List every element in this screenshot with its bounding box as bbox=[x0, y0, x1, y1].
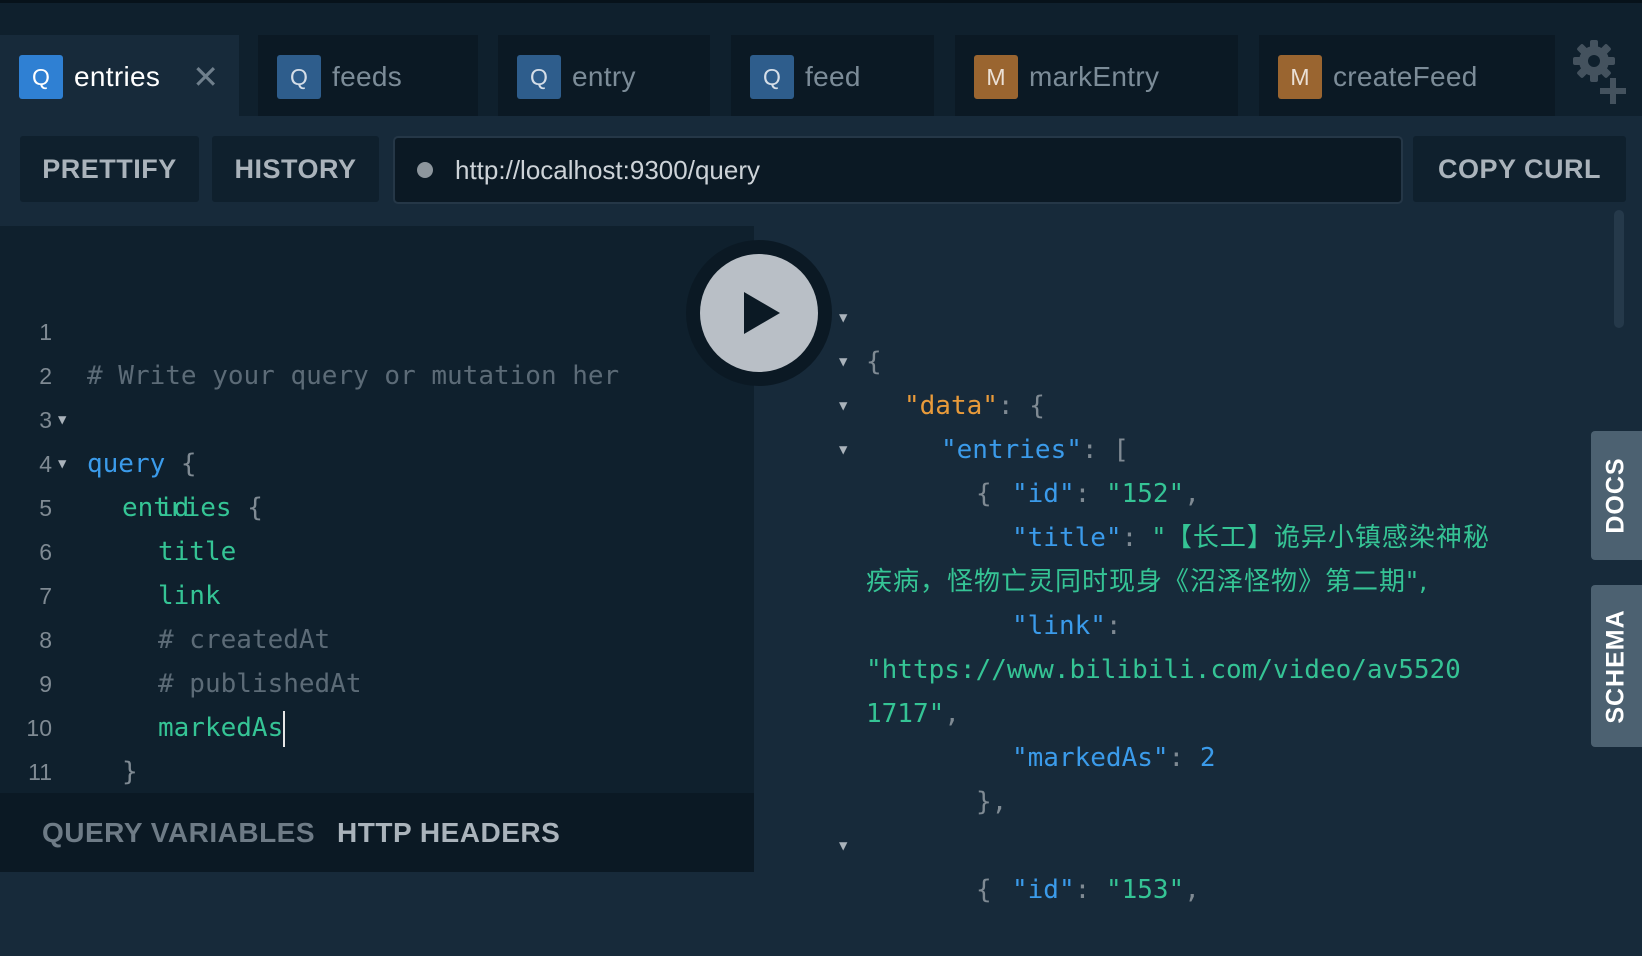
json-key: "id" bbox=[1012, 875, 1075, 905]
endpoint-url-text: http://localhost:9300/query bbox=[455, 154, 760, 185]
editor-line: 1 # Write your query or mutation her bbox=[0, 266, 754, 391]
json-punc: , bbox=[944, 699, 960, 729]
json-punc: : { bbox=[997, 391, 1045, 421]
json-punc: : bbox=[1168, 743, 1200, 773]
result-line: "id": "152", bbox=[754, 428, 1200, 509]
code-brace: } bbox=[122, 757, 138, 787]
fold-arrow-icon[interactable]: ▼ bbox=[839, 384, 847, 428]
json-string: "153" bbox=[1105, 875, 1185, 905]
http-headers-tab[interactable]: HTTP HEADERS bbox=[337, 817, 560, 849]
editor-line: 6 link bbox=[0, 486, 754, 611]
result-scrollbar[interactable] bbox=[1614, 210, 1624, 328]
prettify-button[interactable]: PRETTIFY bbox=[20, 136, 199, 202]
mutation-badge: M bbox=[1278, 55, 1322, 99]
json-brace: { bbox=[866, 347, 882, 377]
json-string: "152" bbox=[1105, 479, 1185, 509]
settings-button[interactable] bbox=[1558, 35, 1642, 119]
json-punc: : bbox=[1074, 479, 1106, 509]
tab-label: entries bbox=[74, 61, 161, 92]
result-line: "id": "153", bbox=[754, 824, 1200, 905]
json-key: "entries" bbox=[941, 435, 1082, 465]
tab-feeds[interactable]: Q feeds bbox=[258, 35, 478, 119]
docs-tab-label: DOCS bbox=[1602, 457, 1631, 534]
result-line: ▼ { bbox=[754, 780, 992, 905]
query-editor[interactable]: 1 # Write your query or mutation her 2 ▼… bbox=[0, 226, 754, 831]
json-string: 1717" bbox=[866, 699, 945, 729]
editor-line: 8 # publishedAt bbox=[0, 574, 754, 699]
result-viewer[interactable]: ▼ { ▼ "data": { ▼ "entries": [ ▼ { "id":… bbox=[754, 226, 1609, 905]
json-brace: { bbox=[976, 479, 992, 509]
fold-arrow-icon[interactable]: ▼ bbox=[839, 296, 847, 340]
json-string: "https://www.bilibili.com/video/av5520 bbox=[866, 655, 1461, 685]
json-key: "markedAs" bbox=[1012, 743, 1169, 773]
json-punc: , bbox=[1184, 479, 1200, 509]
query-variables-tab[interactable]: QUERY VARIABLES bbox=[42, 817, 315, 849]
json-punc: , bbox=[1184, 875, 1200, 905]
execute-button[interactable] bbox=[700, 254, 818, 372]
status-dot bbox=[417, 162, 433, 178]
tab-createfeed[interactable]: M createFeed bbox=[1259, 35, 1555, 119]
json-punc: : bbox=[1121, 523, 1153, 553]
result-line: "markedAs": 2 bbox=[754, 692, 1216, 773]
result-line: 1717", bbox=[754, 648, 960, 729]
editor-line: 4 id bbox=[0, 398, 754, 523]
editor-line: 10 } bbox=[0, 662, 754, 787]
json-key: "data" bbox=[904, 391, 998, 421]
variables-panel-header: QUERY VARIABLES HTTP HEADERS bbox=[0, 793, 754, 872]
result-line: }, bbox=[754, 736, 1007, 817]
tab-feed[interactable]: Q feed bbox=[731, 35, 934, 119]
docs-tab[interactable]: DOCS bbox=[1591, 431, 1642, 560]
json-punc: : [ bbox=[1081, 435, 1129, 465]
editor-line: 11 } bbox=[0, 706, 754, 831]
json-number: 2 bbox=[1199, 743, 1216, 773]
tab-bar: Q entries ✕ Q feeds Q entry Q feed M mar… bbox=[0, 0, 1642, 119]
json-key: "link" bbox=[1012, 611, 1106, 641]
result-line: ▼ { bbox=[754, 384, 992, 509]
tab-entries[interactable]: Q entries ✕ bbox=[0, 35, 239, 119]
close-icon[interactable]: ✕ bbox=[192, 57, 219, 97]
result-line: "title": "【长工】诡异小镇感染神秘 bbox=[754, 472, 1489, 553]
line-number: 11 bbox=[28, 759, 52, 785]
query-badge: Q bbox=[517, 55, 561, 99]
play-icon bbox=[744, 292, 780, 334]
mutation-badge: M bbox=[974, 55, 1018, 99]
query-badge: Q bbox=[750, 55, 794, 99]
tab-label: feeds bbox=[332, 61, 402, 92]
json-string: "【长工】诡异小镇感染神秘 bbox=[1152, 523, 1490, 553]
editor-line: 5 title bbox=[0, 442, 754, 567]
result-line: "link": bbox=[754, 560, 1122, 641]
tab-entry[interactable]: Q entry bbox=[498, 35, 710, 119]
schema-tab[interactable]: SCHEMA bbox=[1591, 585, 1642, 747]
json-brace: }, bbox=[976, 787, 1008, 817]
json-string: 疾病，怪物亡灵同时现身《沼泽怪物》第二期", bbox=[866, 567, 1429, 597]
endpoint-url-field[interactable]: http://localhost:9300/query bbox=[393, 136, 1403, 204]
editor-line: 2 ▼ query { bbox=[0, 310, 754, 479]
editor-line: 3 ▼ entries { bbox=[0, 354, 754, 523]
schema-tab-label: SCHEMA bbox=[1602, 608, 1630, 724]
tab-label: entry bbox=[572, 61, 636, 92]
fold-arrow-icon[interactable]: ▼ bbox=[839, 340, 847, 384]
json-key: "id" bbox=[1012, 479, 1075, 509]
toolbar: PRETTIFY HISTORY http://localhost:9300/q… bbox=[0, 116, 1642, 226]
result-line: "https://www.bilibili.com/video/av5520 bbox=[754, 604, 1461, 685]
tab-label: feed bbox=[805, 61, 861, 92]
editor-line: 9 markedAs bbox=[0, 618, 754, 747]
json-punc: : bbox=[1074, 875, 1106, 905]
fold-arrow-icon[interactable]: ▼ bbox=[839, 824, 847, 868]
query-badge: Q bbox=[19, 55, 63, 99]
tab-markentry[interactable]: M markEntry bbox=[955, 35, 1238, 119]
query-badge: Q bbox=[277, 55, 321, 99]
json-brace: { bbox=[976, 875, 992, 905]
tab-label: markEntry bbox=[1029, 61, 1160, 92]
gear-plus-icon bbox=[1573, 40, 1626, 104]
result-line: 疾病，怪物亡灵同时现身《沼泽怪物》第二期", bbox=[754, 516, 1427, 597]
json-punc: : bbox=[1105, 611, 1122, 641]
history-button[interactable]: HISTORY bbox=[212, 136, 379, 202]
tab-label: createFeed bbox=[1333, 61, 1478, 92]
editor-line: 7 # createdAt bbox=[0, 530, 754, 655]
copy-curl-button[interactable]: COPY CURL bbox=[1413, 136, 1626, 202]
json-key: "title" bbox=[1012, 523, 1122, 553]
fold-arrow-icon[interactable]: ▼ bbox=[839, 428, 847, 472]
